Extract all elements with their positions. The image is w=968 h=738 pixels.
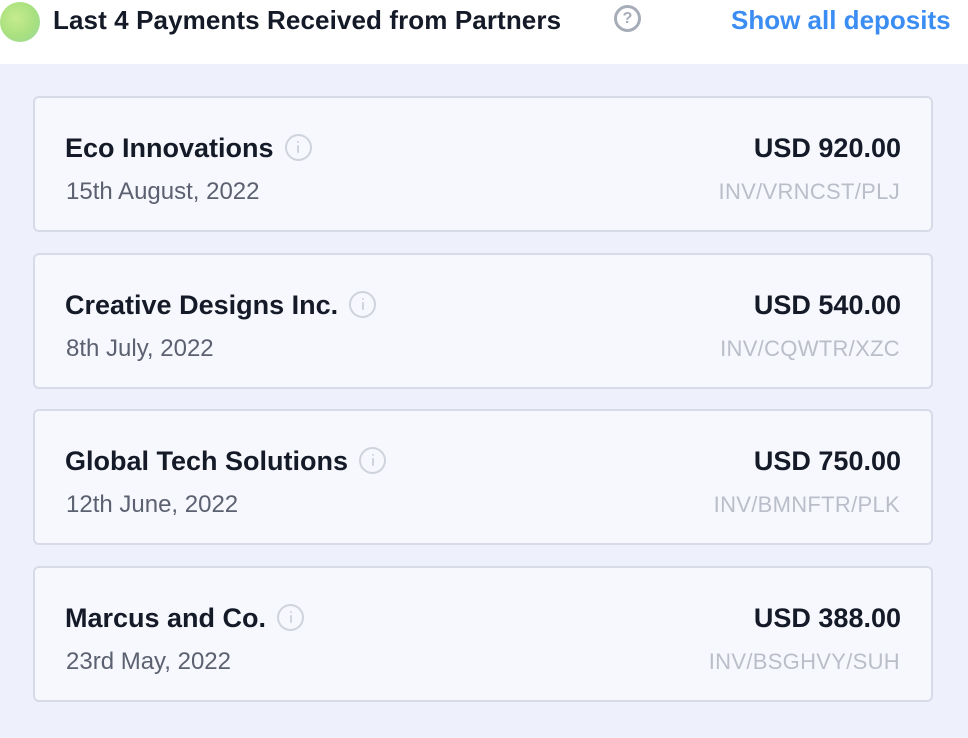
payment-date: 8th July, 2022 xyxy=(66,335,214,362)
payment-partner: Creative Designs Inc. xyxy=(65,289,377,321)
payment-partner: Eco Innovations xyxy=(65,132,312,164)
help-icon[interactable]: ? xyxy=(614,5,641,32)
payment-partner-label: Marcus and Co. xyxy=(65,603,267,633)
payment-amount: USD 750.00 xyxy=(753,446,901,476)
info-icon[interactable] xyxy=(349,291,377,319)
payment-amount: USD 540.00 xyxy=(753,290,901,320)
payment-card[interactable]: Global Tech Solutions 12th June, 2022 US… xyxy=(33,409,933,545)
info-icon[interactable] xyxy=(359,447,387,475)
widget-header: Last 4 Payments Received from Partners ?… xyxy=(0,0,968,64)
payment-card[interactable]: Creative Designs Inc. 8th July, 2022 USD… xyxy=(33,253,933,389)
payment-card[interactable]: Eco Innovations 15th August, 2022 USD 92… xyxy=(33,96,933,232)
info-icon[interactable] xyxy=(277,604,305,632)
payment-partner-label: Creative Designs Inc. xyxy=(65,290,339,320)
payment-date: 12th June, 2022 xyxy=(66,491,239,518)
payment-card[interactable]: Marcus and Co. 23rd May, 2022 USD 388.00… xyxy=(33,566,933,702)
payment-partner: Global Tech Solutions xyxy=(65,445,387,477)
payment-partner-label: Eco Innovations xyxy=(65,133,274,163)
payments-list: Eco Innovations 15th August, 2022 USD 92… xyxy=(0,64,968,738)
payment-partner: Marcus and Co. xyxy=(65,602,305,634)
payment-reference: INV/BSGHVY/SUH xyxy=(708,649,900,674)
payment-reference: INV/VRNCST/PLJ xyxy=(718,179,900,204)
payment-reference: INV/BMNFTR/PLK xyxy=(713,492,900,517)
payment-amount: USD 388.00 xyxy=(753,603,901,633)
info-icon[interactable] xyxy=(284,134,312,162)
widget-title: Last 4 Payments Received from Partners xyxy=(53,5,562,35)
brand-dot-icon xyxy=(0,2,40,42)
payment-reference: INV/CQWTR/XZC xyxy=(720,336,900,361)
payment-partner-label: Global Tech Solutions xyxy=(65,446,349,476)
payment-amount: USD 920.00 xyxy=(753,133,901,163)
show-all-deposits-link[interactable]: Show all deposits xyxy=(731,4,951,36)
payment-date: 15th August, 2022 xyxy=(66,178,260,205)
payment-date: 23rd May, 2022 xyxy=(66,648,231,675)
